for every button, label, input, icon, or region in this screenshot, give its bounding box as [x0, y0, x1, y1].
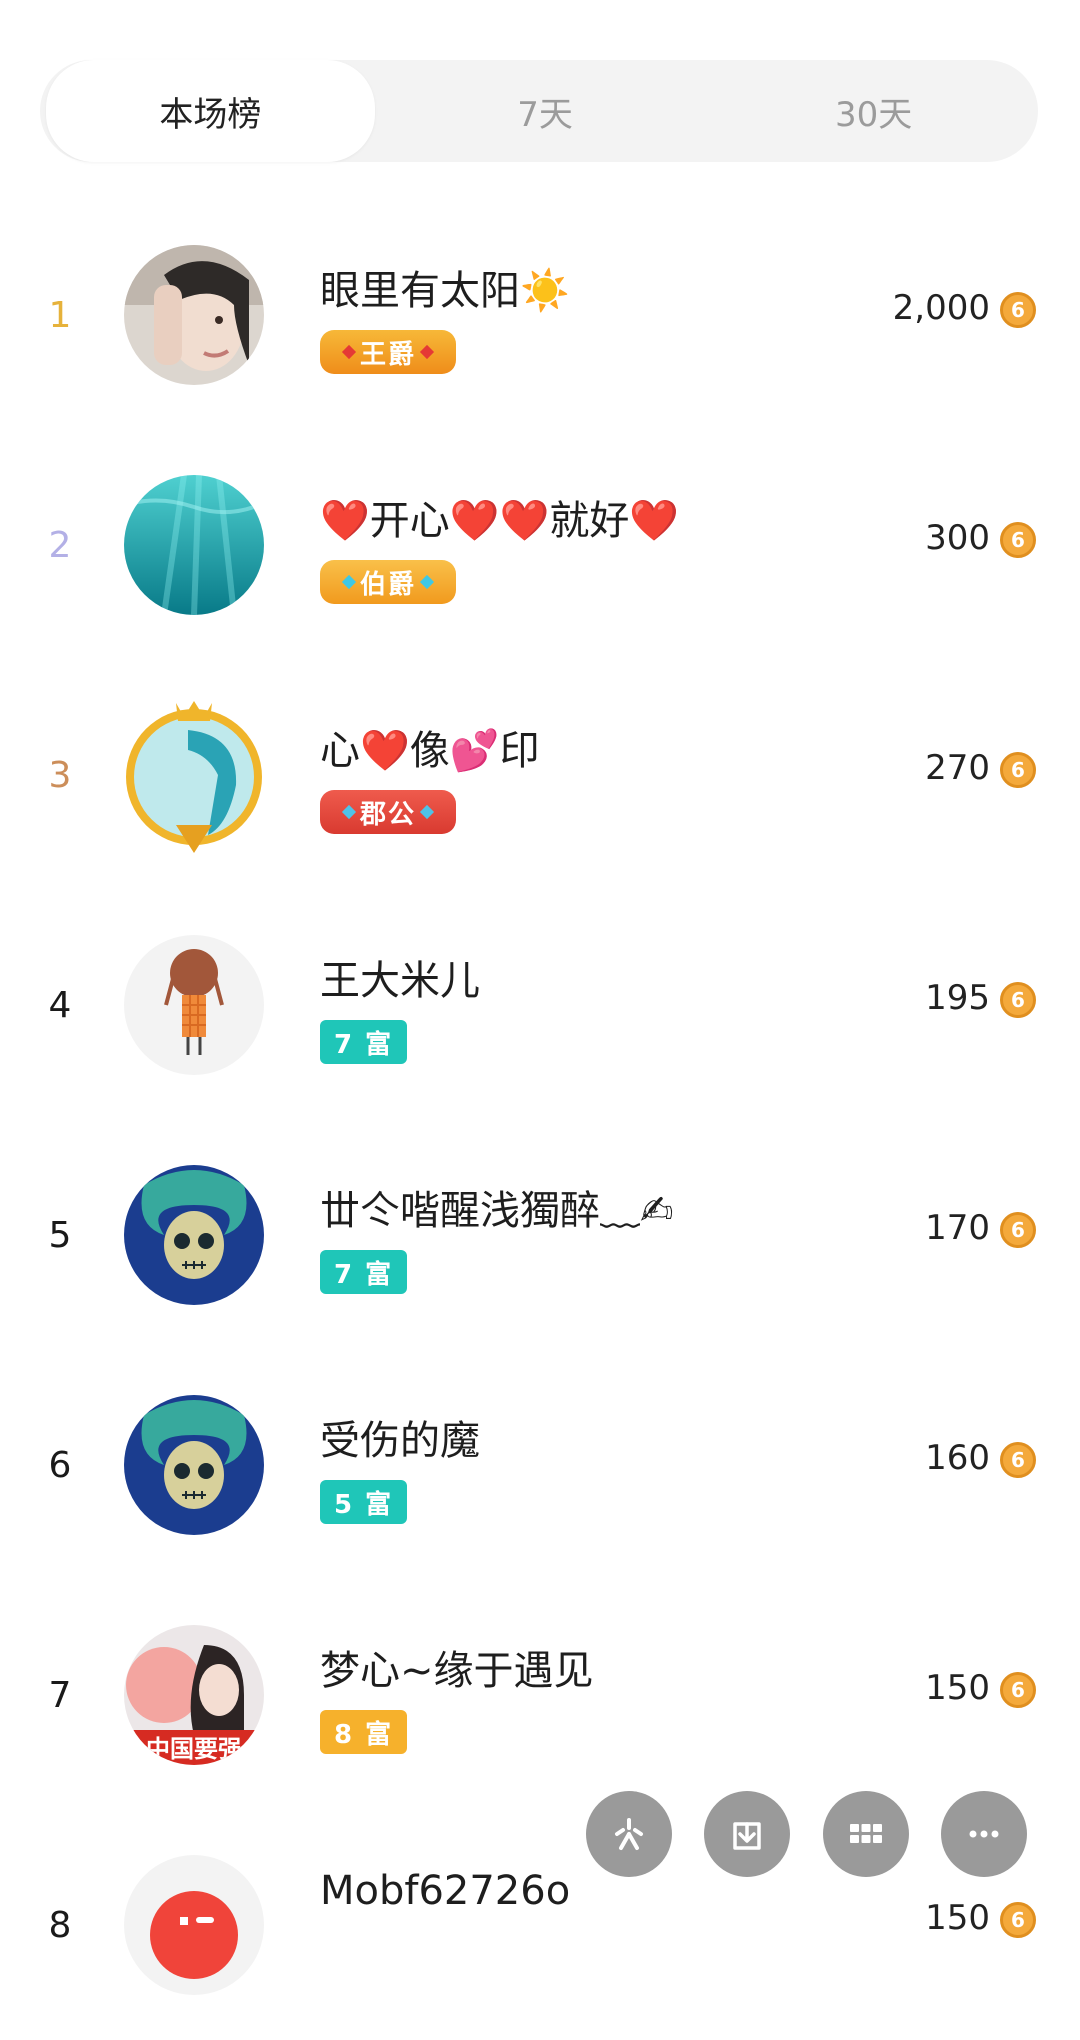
avatar-caption: 中国要强: [146, 1735, 242, 1763]
list-item[interactable]: 6 受伤的魔 5 富 160 6: [0, 1350, 1080, 1580]
score-value: 150: [925, 1898, 990, 1938]
gem-icon: [419, 804, 435, 820]
score-value: 170: [925, 1208, 990, 1248]
spark-icon: [615, 1818, 643, 1850]
noble-badge: 伯爵: [320, 560, 457, 604]
download-icon: [733, 1822, 761, 1850]
coin-icon: 6: [1000, 292, 1036, 328]
username: 王大米儿: [320, 958, 480, 1004]
tab-this-session[interactable]: 本场榜: [46, 60, 375, 162]
download-button[interactable]: [704, 1791, 790, 1877]
coin-icon: 6: [1000, 752, 1036, 788]
rank-number: 6: [48, 1445, 72, 1486]
score-value: 300: [925, 518, 990, 558]
wealth-badge: 7 富: [320, 1020, 408, 1064]
apps-button[interactable]: [823, 1791, 909, 1877]
rank-number: 2: [48, 525, 72, 566]
tab-30-days[interactable]: 30天: [709, 60, 1038, 162]
score-value: 2,000: [892, 288, 990, 328]
username: 丗仒喈醒浅獨醉﹏✍: [320, 1188, 674, 1234]
rank-number: 3: [48, 755, 72, 796]
avatar[interactable]: [124, 475, 264, 615]
username: Mobf62726o: [320, 1868, 571, 1914]
list-item[interactable]: 3 心❤️像💕印 郡公 270 6: [0, 660, 1080, 890]
avatar[interactable]: 中国要强: [124, 1625, 264, 1765]
rank-number: 4: [48, 985, 72, 1026]
coin-icon: 6: [1000, 1212, 1036, 1248]
username: 眼里有太阳☀️: [320, 268, 570, 314]
gem-icon: [341, 804, 357, 820]
coin-icon: 6: [1000, 982, 1036, 1018]
gem-icon: [419, 344, 435, 360]
avatar[interactable]: [124, 1395, 264, 1535]
rank-number: 8: [48, 1905, 72, 1946]
score-value: 150: [925, 1668, 990, 1708]
noble-badge: 郡公: [320, 790, 457, 834]
tab-7-days[interactable]: 7天: [381, 60, 710, 162]
username: ❤️开心❤️❤️就好❤️: [320, 498, 680, 544]
badge-label: 郡公: [360, 799, 417, 830]
score-value: 270: [925, 748, 990, 788]
coin-icon: 6: [1000, 1442, 1036, 1478]
gem-icon: [419, 574, 435, 590]
list-item[interactable]: 7 中国要强 梦心~缘于遇见 8 富 150 6: [0, 1580, 1080, 1810]
avatar[interactable]: [118, 695, 270, 855]
username: 心❤️像💕印: [320, 728, 540, 774]
coin-icon: 6: [1000, 1902, 1036, 1938]
list-item[interactable]: 5 丗仒喈醒浅獨醉﹏✍ 7 富 170 6: [0, 1120, 1080, 1350]
wealth-badge: 8 富: [320, 1710, 408, 1754]
username: 受伤的魔: [320, 1418, 480, 1464]
spark-button[interactable]: [586, 1791, 672, 1877]
avatar[interactable]: [124, 1855, 264, 1995]
coin-icon: 6: [1000, 1672, 1036, 1708]
rank-number: 5: [48, 1215, 72, 1256]
grid-icon: [850, 1824, 882, 1843]
rank-number: 1: [48, 295, 72, 336]
wealth-badge: 5 富: [320, 1480, 408, 1524]
avatar[interactable]: [124, 935, 264, 1075]
gem-icon: [341, 574, 357, 590]
badge-label: 伯爵: [360, 569, 417, 600]
list-item[interactable]: 2 ❤️开心❤️❤️就好❤️ 伯爵 300 6: [0, 430, 1080, 660]
wealth-badge: 7 富: [320, 1250, 408, 1294]
more-button[interactable]: [941, 1791, 1027, 1877]
username: 梦心~缘于遇见: [320, 1648, 594, 1694]
score-value: 160: [925, 1438, 990, 1478]
list-item[interactable]: 4 王大米儿 7 富 195 6: [0, 890, 1080, 1120]
list-item[interactable]: 8 Mobf62726o 150 6: [0, 1810, 1080, 2040]
more-icon: [969, 1830, 999, 1838]
score-value: 195: [925, 978, 990, 1018]
coin-icon: 6: [1000, 522, 1036, 558]
leaderboard-tabs: 本场榜 7天 30天: [40, 60, 1038, 162]
rank-number: 7: [48, 1675, 72, 1716]
noble-badge: 王爵: [320, 330, 457, 374]
gem-icon: [341, 344, 357, 360]
avatar[interactable]: [124, 1165, 264, 1305]
badge-label: 王爵: [360, 339, 417, 370]
list-item[interactable]: 1 眼里有太阳☀️ 王爵 2,000 6: [0, 200, 1080, 430]
avatar[interactable]: [124, 245, 264, 385]
